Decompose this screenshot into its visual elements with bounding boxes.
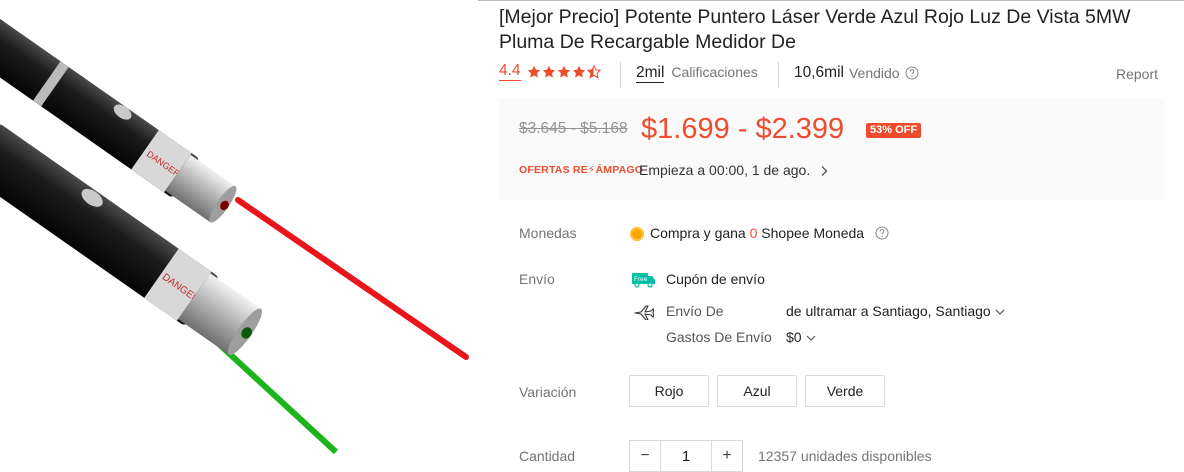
- shipping-label: Envío: [519, 271, 555, 287]
- product-title: [Mejor Precio] Potente Puntero Láser Ver…: [499, 6, 1131, 53]
- star-icon: [542, 65, 555, 78]
- quantity-decrease-button[interactable]: −: [629, 440, 661, 472]
- chevron-down-icon: [995, 309, 1005, 316]
- variation-option-rojo[interactable]: Rojo: [629, 375, 709, 407]
- stats-divider: [620, 62, 621, 88]
- laser-pointers-photo: DANGER DANGER: [0, 0, 469, 459]
- rating-value[interactable]: 4.4: [499, 62, 521, 81]
- coins-text-before: Compra y gana: [650, 225, 750, 241]
- free-shipping-coupon: Cupón de envío: [666, 271, 765, 287]
- free-badge-text: Free: [634, 276, 648, 283]
- current-price: $1.699 - $2.399: [641, 113, 845, 145]
- ratings-count-label: Calificaciones: [671, 64, 758, 80]
- variation-label: Variación: [519, 384, 577, 400]
- coins-label: Monedas: [519, 225, 577, 241]
- discount-badge: 53% OFF: [866, 123, 922, 138]
- quantity-stepper: − 1 +: [629, 440, 743, 472]
- ship-from-dropdown[interactable]: de ultramar a Santiago, Santiago: [786, 303, 1005, 319]
- chevron-right-icon[interactable]: [820, 165, 828, 177]
- stock-available: 12357 unidades disponibles: [758, 448, 932, 464]
- help-icon[interactable]: [875, 226, 889, 240]
- flash-sale-start-time[interactable]: Empieza a 00:00, 1 de ago.: [639, 162, 810, 178]
- flash-sale-logo: OFERTAS RE⚡ÁMPAGO: [519, 164, 644, 176]
- star-icon: [527, 65, 540, 78]
- report-link[interactable]: Report: [1116, 66, 1158, 82]
- airplane-icon: [634, 305, 654, 320]
- stats-divider: [778, 62, 779, 88]
- coin-icon: [630, 227, 644, 241]
- price-box: $3.645 - $5.168 $1.699 - $2.399 53% OFF …: [499, 98, 1164, 200]
- ship-cost-dropdown[interactable]: $0: [786, 329, 816, 345]
- quantity-increase-button[interactable]: +: [711, 440, 743, 472]
- coins-text-after: Shopee Moneda: [757, 225, 865, 241]
- sold-count: 10,6mil Vendido: [794, 64, 919, 82]
- rating-stars: [527, 64, 601, 79]
- ship-from-value: de ultramar a Santiago, Santiago: [786, 303, 991, 319]
- product-stats: 4.4 2mil Calificaciones 10,6mil Vendido: [499, 62, 1164, 88]
- free-shipping-icon: Free: [632, 273, 655, 288]
- ratings-count-number[interactable]: 2mil: [636, 64, 665, 83]
- help-icon[interactable]: [905, 66, 919, 80]
- star-icon: [572, 65, 585, 78]
- product-info-panel: [Mejor Precio] Potente Puntero Láser Ver…: [499, 0, 1164, 472]
- coins-text: Compra y gana 0 Shopee Moneda: [650, 225, 864, 241]
- sold-count-label: Vendido: [848, 65, 900, 81]
- ship-from-label: Envío De: [666, 303, 724, 319]
- product-image[interactable]: DANGER DANGER: [0, 0, 478, 459]
- quantity-input[interactable]: 1: [661, 440, 711, 472]
- half-star-icon: [586, 64, 601, 79]
- ratings-count[interactable]: 2mil Calificaciones: [636, 64, 758, 83]
- rating-summary[interactable]: 4.4: [499, 62, 601, 81]
- sold-count-number: 10,6mil: [794, 64, 844, 81]
- variation-option-verde[interactable]: Verde: [805, 375, 885, 407]
- star-icon: [557, 65, 570, 78]
- quantity-label: Cantidad: [519, 448, 576, 464]
- variation-option-azul[interactable]: Azul: [717, 375, 797, 407]
- ship-cost-label: Gastos De Envío: [666, 329, 772, 345]
- ship-cost-value: $0: [786, 329, 802, 345]
- original-price: $3.645 - $5.168: [519, 120, 628, 137]
- chevron-down-icon: [806, 335, 816, 342]
